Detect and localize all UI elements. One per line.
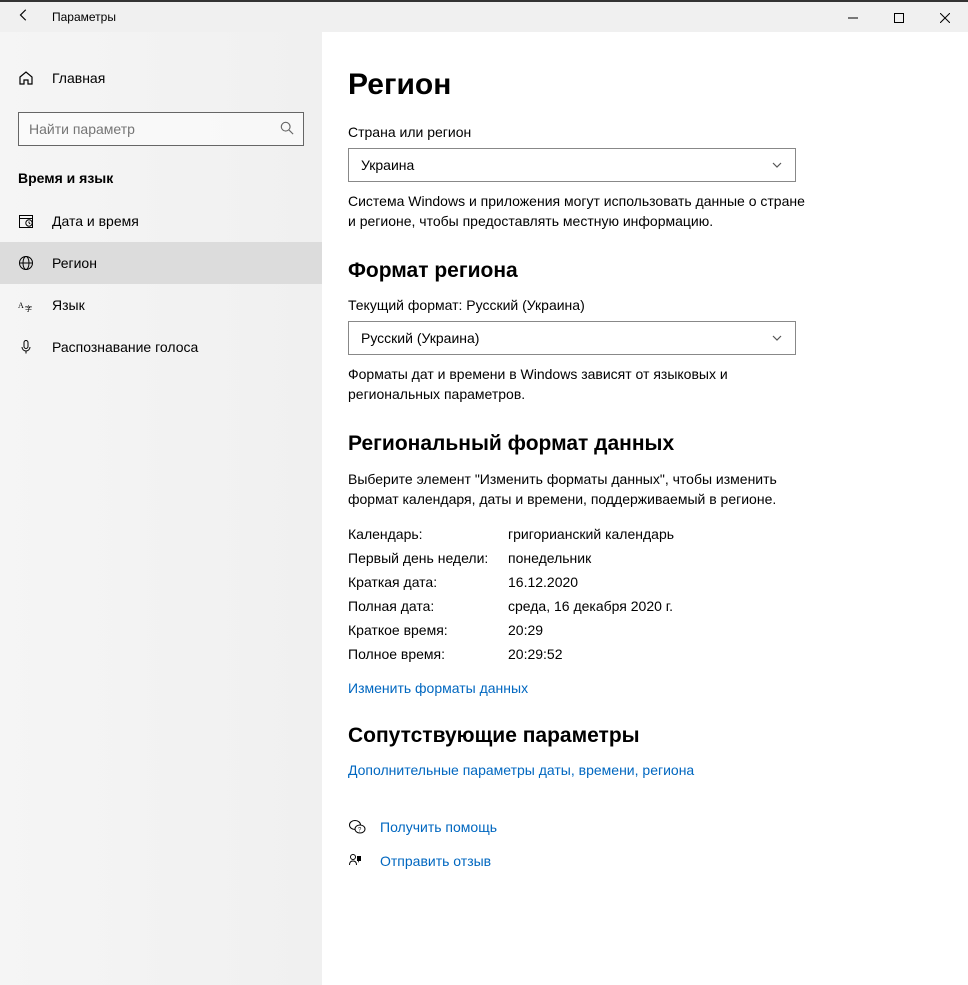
format-select[interactable]: Русский (Украина) xyxy=(348,321,796,355)
minimize-button[interactable] xyxy=(830,1,876,33)
search-icon xyxy=(280,121,294,135)
table-row: Краткая дата:16.12.2020 xyxy=(348,570,942,594)
chevron-down-icon xyxy=(771,332,783,344)
get-help-link[interactable]: ? Получить помощь xyxy=(348,818,942,836)
search-wrap xyxy=(18,112,304,146)
language-icon: A字 xyxy=(18,297,34,313)
section-header: Время и язык xyxy=(0,160,322,192)
window-title: Параметры xyxy=(48,10,830,24)
page-title: Регион xyxy=(348,68,942,102)
search-input[interactable] xyxy=(18,112,304,146)
table-row: Полное время:20:29:52 xyxy=(348,642,942,666)
format-desc: Форматы дат и времени в Windows зависят … xyxy=(348,365,808,404)
svg-text:A: A xyxy=(18,301,24,310)
get-help-label: Получить помощь xyxy=(380,819,497,835)
table-row: Полная дата:среда, 16 декабря 2020 г. xyxy=(348,594,942,618)
regional-desc: Выберите элемент "Изменить форматы данны… xyxy=(348,470,808,509)
feedback-link[interactable]: Отправить отзыв xyxy=(348,852,942,870)
maximize-button[interactable] xyxy=(876,1,922,33)
country-select[interactable]: Украина xyxy=(348,148,796,182)
related-link[interactable]: Дополнительные параметры даты, времени, … xyxy=(348,762,942,778)
country-desc: Система Windows и приложения могут испол… xyxy=(348,192,808,231)
window-controls xyxy=(830,1,968,33)
calendar-icon xyxy=(18,213,34,229)
sidebar-item-language[interactable]: A字 Язык xyxy=(0,284,322,326)
home-icon xyxy=(18,70,34,86)
table-row: Краткое время:20:29 xyxy=(348,618,942,642)
sidebar-item-region[interactable]: Регион xyxy=(0,242,322,284)
microphone-icon xyxy=(18,339,34,355)
globe-icon xyxy=(18,255,34,271)
related-heading: Сопутствующие параметры xyxy=(348,724,942,748)
home-label: Главная xyxy=(52,70,105,86)
titlebar: Параметры xyxy=(0,0,968,32)
country-label: Страна или регион xyxy=(348,124,942,140)
format-current-label: Текущий формат: Русский (Украина) xyxy=(348,297,942,313)
back-button[interactable] xyxy=(0,8,48,27)
menu: Дата и время Регион A字 Язык Распознавани… xyxy=(0,200,322,368)
table-row: Первый день недели:понедельник xyxy=(348,546,942,570)
change-formats-link[interactable]: Изменить форматы данных xyxy=(348,680,942,696)
format-value: Русский (Украина) xyxy=(361,330,479,346)
feedback-icon xyxy=(348,852,366,870)
close-button[interactable] xyxy=(922,1,968,33)
country-value: Украина xyxy=(361,157,414,173)
format-heading: Формат региона xyxy=(348,259,942,283)
content: Регион Страна или регион Украина Система… xyxy=(322,32,968,985)
sidebar-item-speech[interactable]: Распознавание голоса xyxy=(0,326,322,368)
sidebar-item-label: Дата и время xyxy=(52,213,139,229)
home-button[interactable]: Главная xyxy=(0,60,322,96)
sidebar-item-label: Регион xyxy=(52,255,97,271)
chat-help-icon: ? xyxy=(348,818,366,836)
regional-heading: Региональный формат данных xyxy=(348,432,942,456)
sidebar-item-label: Язык xyxy=(52,297,85,313)
feedback-label: Отправить отзыв xyxy=(380,853,491,869)
chevron-down-icon xyxy=(771,159,783,171)
sidebar: Главная Время и язык Дата и время Регион… xyxy=(0,32,322,985)
sidebar-item-datetime[interactable]: Дата и время xyxy=(0,200,322,242)
sidebar-item-label: Распознавание голоса xyxy=(52,339,198,355)
regional-table: Календарь:григорианский календарь Первый… xyxy=(348,522,942,666)
table-row: Календарь:григорианский календарь xyxy=(348,522,942,546)
svg-text:字: 字 xyxy=(25,304,32,313)
